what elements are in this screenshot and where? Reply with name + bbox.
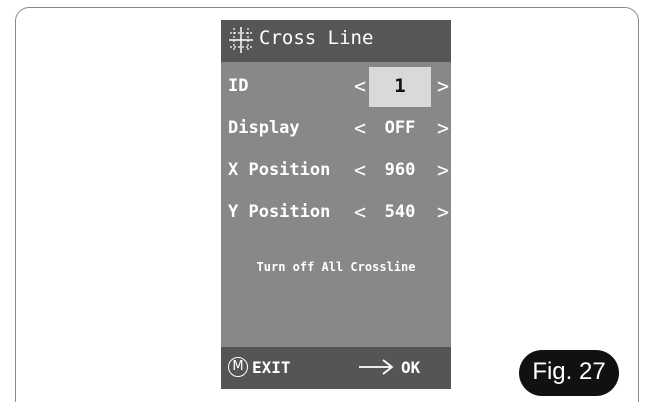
row-id-decrement-icon[interactable]: < — [354, 74, 366, 98]
exit-label[interactable]: EXIT — [252, 358, 291, 377]
row-display-value[interactable]: OFF — [369, 118, 431, 138]
osd-footer: M EXIT OK — [221, 347, 451, 389]
row-display-label: Display — [228, 118, 300, 138]
row-x-position[interactable]: X Position < 960 > — [221, 151, 451, 191]
row-y-position-value[interactable]: 540 — [369, 202, 431, 222]
row-y-position-decrement-icon[interactable]: < — [354, 200, 366, 224]
m-button-icon[interactable]: M — [228, 357, 248, 377]
osd-title-bar: Cross Line — [221, 20, 451, 62]
row-id-value[interactable]: 1 — [369, 75, 431, 97]
figure-badge: Fig. 27 — [519, 350, 619, 396]
row-id[interactable]: ID < 1 > — [221, 67, 451, 107]
crossline-icon — [229, 27, 253, 53]
row-display-decrement-icon[interactable]: < — [354, 116, 366, 140]
row-id-increment-icon[interactable]: > — [437, 74, 449, 98]
arrow-right-icon — [359, 359, 394, 375]
row-y-position-increment-icon[interactable]: > — [437, 200, 449, 224]
osd-title: Cross Line — [259, 27, 374, 49]
row-x-position-label: X Position — [228, 160, 331, 180]
ok-label[interactable]: OK — [401, 358, 420, 377]
row-x-position-value[interactable]: 960 — [369, 160, 431, 180]
row-y-position-label: Y Position — [228, 202, 331, 222]
row-x-position-decrement-icon[interactable]: < — [354, 158, 366, 182]
row-id-label: ID — [228, 76, 249, 96]
turn-off-all-crossline-button[interactable]: Turn off All Crossline — [221, 260, 451, 274]
osd-menu: Cross Line ID < 1 > Display < OFF > X Po… — [221, 20, 451, 389]
row-display-increment-icon[interactable]: > — [437, 116, 449, 140]
row-display[interactable]: Display < OFF > — [221, 109, 451, 149]
figure-label: Fig. 27 — [532, 358, 606, 385]
row-y-position[interactable]: Y Position < 540 > — [221, 193, 451, 233]
row-x-position-increment-icon[interactable]: > — [437, 158, 449, 182]
